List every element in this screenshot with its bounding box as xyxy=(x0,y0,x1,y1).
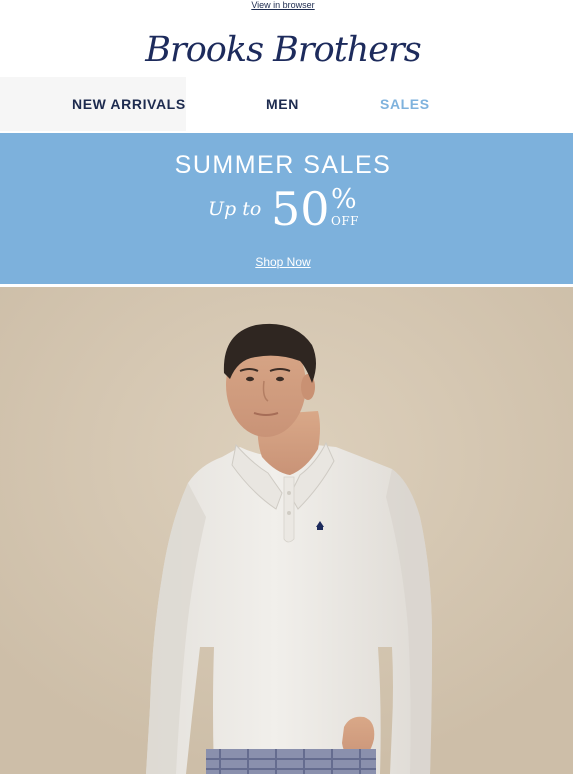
offer-percentage-number: 50 xyxy=(271,182,330,236)
main-nav: NEW ARRIVALS MEN SALES xyxy=(0,77,573,131)
email-body: View in browser Brooks Brothers NEW ARRI… xyxy=(0,0,573,774)
banner-title: SUMMER SALES xyxy=(174,151,392,179)
offer-up-to: Up to xyxy=(208,198,262,220)
view-in-browser-link[interactable]: View in browser xyxy=(0,0,566,14)
hero-image[interactable] xyxy=(0,287,573,774)
offer-off-label: OFF xyxy=(331,214,359,228)
nav-item-new-arrivals[interactable]: NEW ARRIVALS xyxy=(72,77,186,131)
model-photo xyxy=(0,287,573,774)
brand-logo[interactable]: Brooks Brothers xyxy=(0,24,566,76)
nav-item-sales[interactable]: SALES xyxy=(380,77,430,131)
shop-now-link[interactable]: Shop Now xyxy=(0,255,566,270)
nav-item-men[interactable]: MEN xyxy=(266,77,299,131)
offer-percent-sign: % xyxy=(331,184,357,215)
